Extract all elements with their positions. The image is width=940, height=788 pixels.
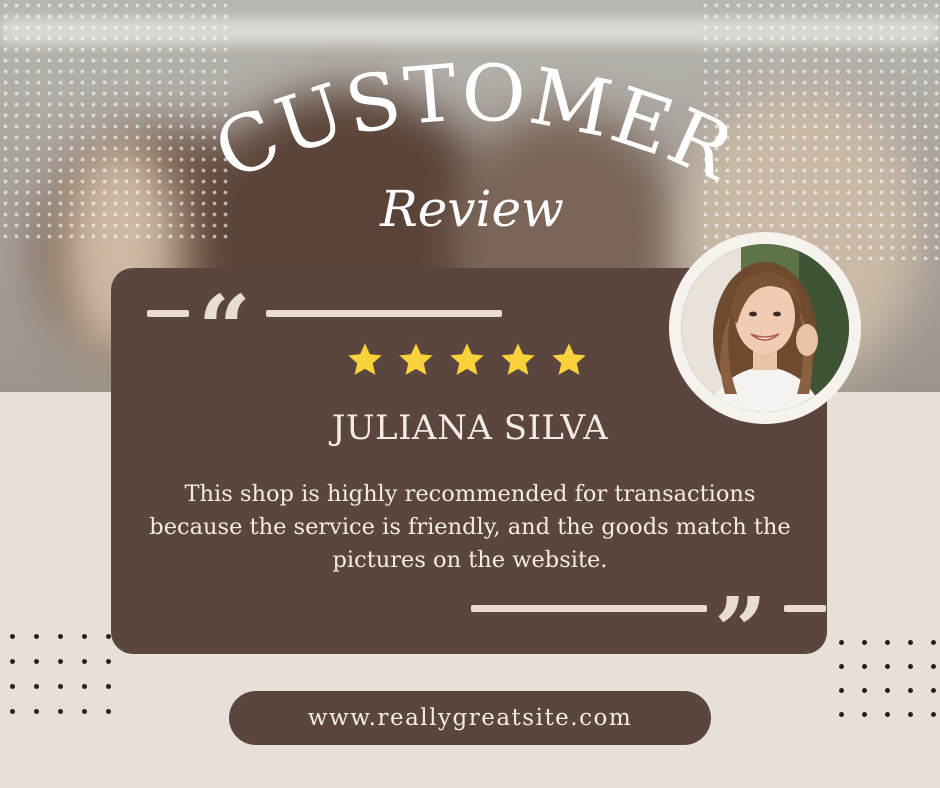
divider	[471, 605, 707, 612]
star-icon	[399, 343, 433, 375]
website-link[interactable]: www.reallygreatsite.com	[229, 691, 711, 745]
divider	[784, 605, 826, 612]
open-quote-icon: “	[198, 275, 251, 383]
reviewer-name: JULIANA SILVA	[331, 408, 609, 448]
divider	[266, 310, 502, 317]
heading-script: Review	[379, 180, 564, 238]
close-quote-icon: ”	[714, 577, 767, 685]
divider	[147, 310, 189, 317]
star-icon	[501, 343, 535, 375]
rating-stars	[346, 341, 588, 379]
heading-title: CUSTOMER	[202, 48, 745, 199]
decorative-dots	[10, 634, 111, 714]
star-icon	[450, 343, 484, 375]
star-icon	[348, 343, 382, 375]
heading: CUSTOMER Review	[202, 48, 747, 238]
decorative-dots	[839, 640, 936, 717]
star-icon	[552, 343, 586, 375]
review-text: This shop is highly recommended for tran…	[149, 481, 791, 573]
review-card-graphic: CUSTOMER Review “ JULIANA SILVA This sho…	[0, 0, 940, 788]
svg-text:CUSTOMER: CUSTOMER	[202, 48, 747, 199]
avatar	[681, 244, 849, 412]
